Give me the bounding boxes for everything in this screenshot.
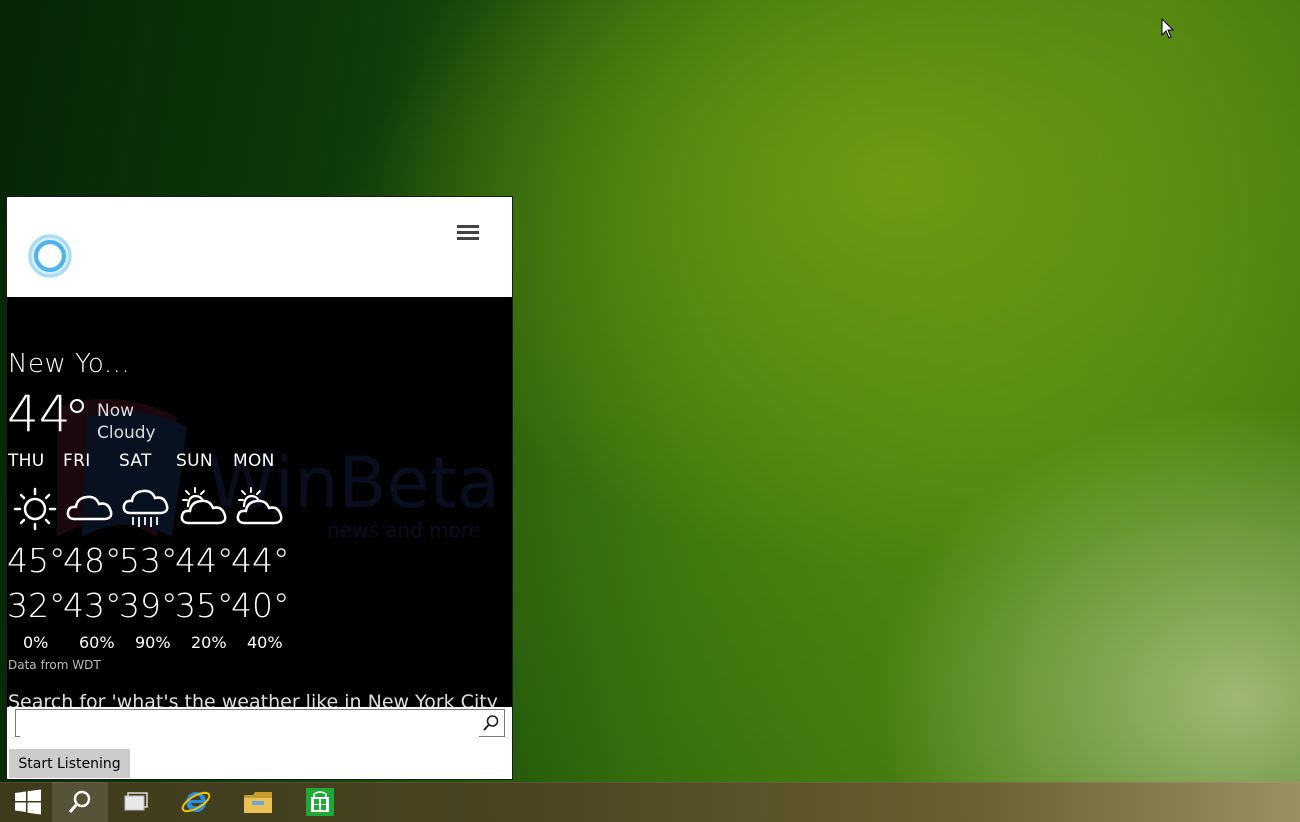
- precip-chance: 90%: [135, 633, 171, 652]
- task-view-icon[interactable]: [123, 791, 149, 813]
- precip-chance: 40%: [247, 633, 283, 652]
- taskbar-store[interactable]: [292, 782, 348, 822]
- cortana-panel: WinBeta news and more New Yo... 44 Now C…: [6, 196, 513, 780]
- hamburger-icon[interactable]: [457, 225, 479, 245]
- windows-start-icon[interactable]: [14, 789, 42, 815]
- file-explorer-icon[interactable]: [243, 789, 273, 815]
- rain-icon: [122, 489, 169, 527]
- taskbar-task-view[interactable]: [108, 782, 164, 822]
- forecast-day: SAT: [119, 451, 152, 471]
- cortana-header: [7, 197, 512, 297]
- degree-symbol: [70, 399, 84, 413]
- search-box[interactable]: [15, 709, 505, 737]
- internet-explorer-icon[interactable]: [180, 786, 212, 818]
- forecast-high: 45°: [7, 541, 66, 580]
- search-input[interactable]: [20, 711, 479, 737]
- partly-cloudy-icon: [180, 487, 227, 525]
- data-source: Data from WDT: [8, 658, 101, 672]
- forecast-high: 53°: [119, 541, 178, 580]
- forecast-low: 39°: [119, 586, 178, 625]
- taskbar: [0, 782, 1300, 822]
- forecast-low: 40°: [231, 586, 290, 625]
- precip-chance: 0%: [23, 633, 49, 652]
- taskbar-file-explorer[interactable]: [230, 782, 286, 822]
- current-temperature: 44: [7, 385, 71, 443]
- taskbar-internet-explorer[interactable]: [168, 782, 224, 822]
- cortana-ring-icon[interactable]: [25, 231, 75, 281]
- partly-cloudy-icon: [236, 487, 283, 525]
- search-icon[interactable]: [67, 789, 93, 815]
- forecast-day: FRI: [63, 451, 91, 471]
- forecast-day: SUN: [176, 451, 213, 471]
- forecast-high: 48°: [63, 541, 122, 580]
- start-listening-button[interactable]: Start Listening: [9, 749, 130, 778]
- search-icon[interactable]: [482, 714, 500, 732]
- forecast-low: 32°: [7, 586, 66, 625]
- now-label: Now: [97, 401, 135, 421]
- weather-city: New Yo...: [8, 349, 131, 379]
- sunny-icon: [13, 487, 57, 531]
- svg-text:news and more: news and more: [327, 518, 481, 542]
- forecast-low: 43°: [63, 586, 122, 625]
- taskbar-search[interactable]: [52, 782, 108, 822]
- cloudy-icon: [66, 495, 113, 521]
- forecast-day: THU: [8, 451, 45, 471]
- forecast-day: MON: [233, 451, 275, 471]
- current-condition: Cloudy: [97, 423, 156, 443]
- taskbar-start[interactable]: [0, 782, 56, 822]
- store-icon[interactable]: [306, 788, 334, 816]
- precip-chance: 20%: [191, 633, 227, 652]
- forecast-high: 44°: [231, 541, 290, 580]
- forecast-high: 44°: [175, 541, 234, 580]
- forecast-low: 35°: [175, 586, 234, 625]
- precip-chance: 60%: [79, 633, 115, 652]
- search-area: Start Listening: [7, 707, 512, 779]
- mouse-cursor-icon: [1161, 18, 1175, 39]
